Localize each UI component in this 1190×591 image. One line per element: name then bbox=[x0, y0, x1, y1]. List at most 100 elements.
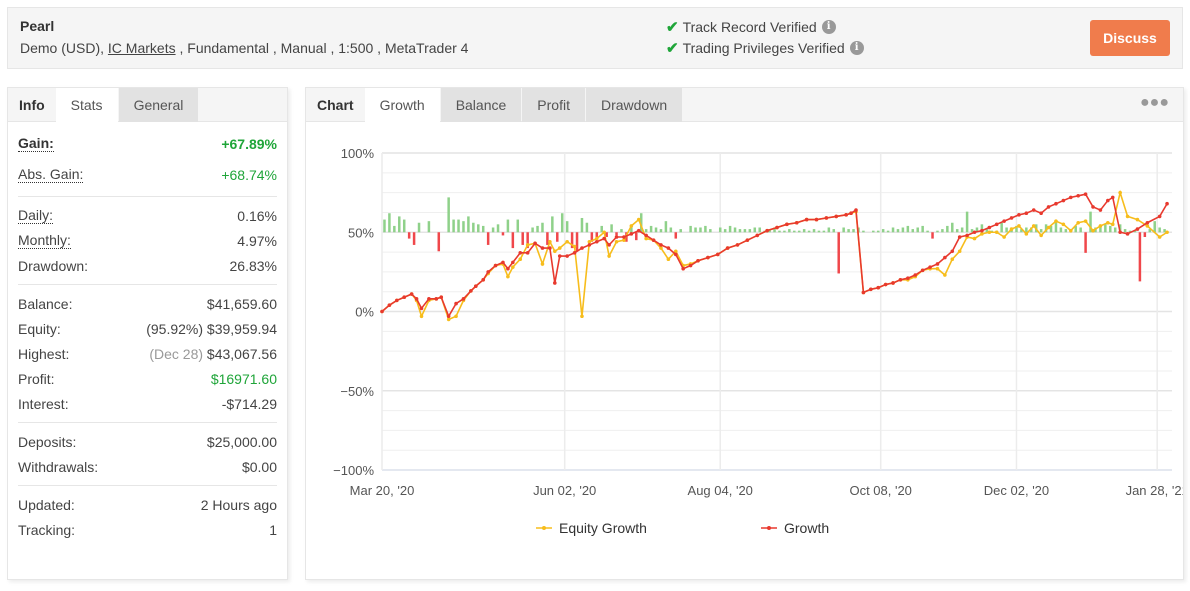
equity-growth-point bbox=[557, 246, 562, 250]
daily-bar bbox=[807, 230, 811, 233]
equity-growth-point bbox=[419, 314, 424, 319]
x-tick-label: Jan 28, '21 bbox=[1126, 483, 1183, 498]
daily-bar bbox=[783, 230, 786, 233]
growth-point bbox=[651, 238, 656, 242]
daily-bar bbox=[477, 224, 480, 233]
info-icon[interactable]: i bbox=[821, 20, 836, 34]
daily-bar bbox=[551, 216, 554, 233]
daily-bar bbox=[1143, 232, 1147, 238]
growth-point bbox=[681, 266, 685, 271]
equity-growth-point bbox=[1125, 214, 1130, 219]
growth-point bbox=[824, 216, 829, 220]
broker-link[interactable]: IC Markets bbox=[108, 40, 176, 56]
daily-bar bbox=[452, 219, 455, 233]
tab-drawdown[interactable]: Drawdown bbox=[585, 88, 683, 122]
daily-bar bbox=[610, 224, 613, 233]
equity-growth-point bbox=[943, 273, 947, 277]
daily-bar bbox=[565, 221, 569, 233]
stat-label: Profit: bbox=[18, 370, 55, 387]
daily-bar bbox=[635, 232, 638, 241]
growth-point bbox=[1046, 205, 1051, 209]
stat-label[interactable]: Monthly: bbox=[18, 232, 71, 249]
tab-balance[interactable]: Balance bbox=[440, 88, 522, 122]
growth-point bbox=[580, 246, 584, 250]
stat-group: Daily: 0.16% Monthly: 4.97% Drawdown: 26.83% bbox=[18, 197, 277, 285]
stat-label: Equity: bbox=[18, 320, 61, 337]
growth-point bbox=[1165, 201, 1169, 206]
growth-point bbox=[1106, 198, 1110, 203]
growth-point bbox=[387, 303, 392, 307]
equity-growth-point bbox=[644, 236, 648, 241]
daily-bar bbox=[906, 225, 910, 233]
stat-row: Drawdown: 26.83% bbox=[18, 253, 277, 278]
stat-value: $25,000.00 bbox=[207, 434, 277, 450]
growth-point bbox=[1076, 193, 1080, 198]
daily-bar bbox=[664, 221, 668, 233]
tab-stats[interactable]: Stats bbox=[55, 88, 118, 123]
daily-bar bbox=[491, 227, 495, 233]
stat-value-text: -$714.29 bbox=[221, 395, 277, 412]
stat-value-text: 4.97% bbox=[237, 232, 277, 249]
daily-bar bbox=[649, 225, 653, 233]
daily-bar bbox=[679, 229, 682, 233]
growth-point bbox=[565, 254, 569, 258]
daily-bar bbox=[847, 229, 850, 233]
stat-label: Withdrawals: bbox=[18, 458, 99, 475]
growth-point bbox=[602, 236, 606, 241]
daily-bar bbox=[699, 227, 702, 233]
stat-value: 26.83% bbox=[230, 258, 277, 274]
equity-growth-point bbox=[1083, 219, 1088, 223]
stat-row: Interest: -$714.29 bbox=[18, 391, 277, 416]
chart-tabbar: Chart Growth Balance Profit Drawdown ●●● bbox=[306, 88, 1183, 123]
account-header: Pearl Demo (USD), IC Markets , Fundament… bbox=[7, 7, 1183, 69]
growth-point bbox=[994, 222, 999, 227]
growth-point bbox=[906, 276, 910, 281]
daily-bar bbox=[472, 222, 475, 233]
growth-point bbox=[876, 285, 881, 290]
growth-point bbox=[1031, 208, 1036, 212]
tab-info[interactable]: Info bbox=[8, 88, 56, 122]
daily-bar bbox=[788, 229, 791, 233]
legend-equity-growth-label[interactable]: Equity Growth bbox=[559, 520, 647, 536]
daily-bar bbox=[778, 230, 781, 233]
stat-value: 4.97% bbox=[237, 233, 277, 249]
daily-bar bbox=[1005, 227, 1008, 233]
stat-label: Tracking: bbox=[18, 521, 76, 538]
daily-bar bbox=[921, 225, 924, 233]
stats-list: Gain: +67.89% Abs. Gain: +68.74% Daily: 0.16%… bbox=[8, 122, 287, 548]
daily-bar bbox=[486, 232, 490, 245]
tab-general[interactable]: General bbox=[118, 88, 199, 122]
legend-growth-label[interactable]: Growth bbox=[784, 520, 829, 536]
stat-group: Updated: 2 Hours ago Tracking: 1 bbox=[18, 486, 277, 548]
tab-chart[interactable]: Chart bbox=[306, 88, 365, 122]
growth-point bbox=[659, 243, 663, 247]
equity-growth-point bbox=[602, 230, 606, 235]
tab-profit[interactable]: Profit bbox=[522, 88, 585, 122]
growth-point bbox=[481, 278, 486, 282]
growth-point bbox=[511, 260, 515, 265]
daily-bar bbox=[511, 232, 515, 249]
tab-growth[interactable]: Growth bbox=[364, 88, 440, 123]
stat-note: (95.92%) bbox=[146, 320, 207, 337]
equity-growth-point bbox=[540, 262, 545, 266]
growth-point bbox=[1024, 211, 1029, 216]
more-options-icon[interactable]: ●●● bbox=[1140, 94, 1169, 112]
daily-bar bbox=[556, 232, 559, 242]
daily-bar bbox=[881, 229, 885, 233]
growth-point bbox=[696, 258, 700, 263]
stat-label[interactable]: Abs. Gain: bbox=[18, 166, 84, 183]
daily-bar bbox=[753, 227, 757, 233]
stat-value: $0.00 bbox=[242, 459, 277, 475]
daily-bar bbox=[1039, 229, 1043, 233]
stat-label[interactable]: Daily: bbox=[18, 207, 54, 224]
info-icon[interactable]: i bbox=[849, 41, 864, 55]
stat-row: Tracking: 1 bbox=[18, 517, 277, 542]
growth-point bbox=[1145, 220, 1150, 225]
stat-label[interactable]: Gain: bbox=[18, 135, 54, 152]
stat-row: Abs. Gain: +68.74% bbox=[18, 159, 277, 190]
growth-point bbox=[1091, 205, 1095, 209]
growth-point bbox=[706, 255, 710, 260]
daily-bar bbox=[541, 222, 544, 233]
discuss-button[interactable]: Discuss bbox=[1090, 20, 1170, 56]
stat-label: Highest: bbox=[18, 345, 70, 362]
